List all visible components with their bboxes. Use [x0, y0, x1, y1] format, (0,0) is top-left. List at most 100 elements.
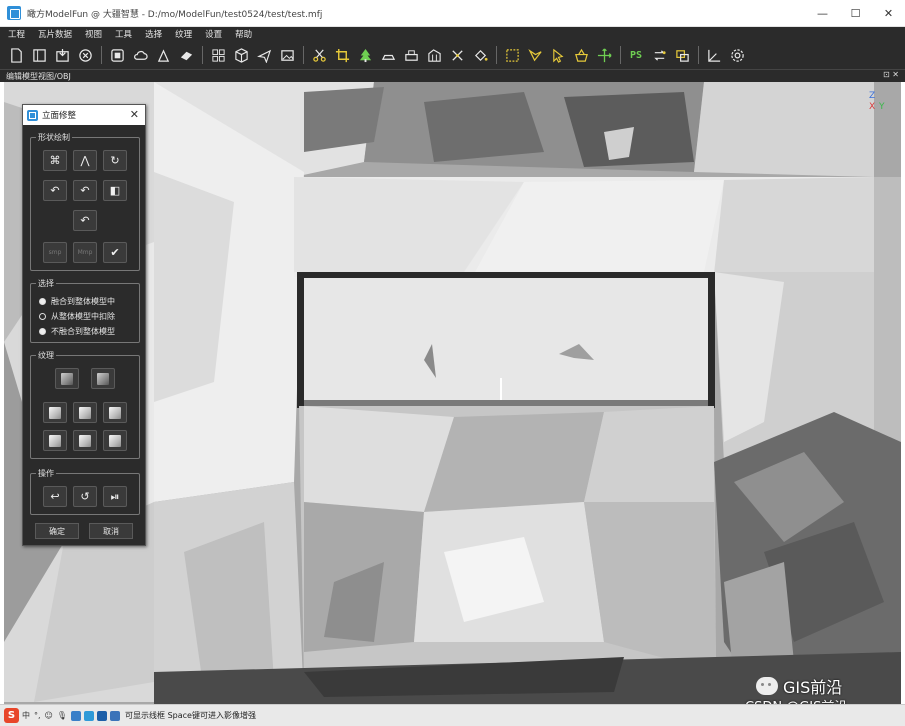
cube-icon[interactable] — [231, 45, 251, 65]
flatten-icon[interactable] — [378, 45, 398, 65]
ime-logo-icon[interactable]: S — [4, 708, 19, 723]
cancel-button[interactable]: 取消 — [89, 523, 133, 539]
multi-mode-button[interactable]: Mmp — [73, 242, 97, 263]
draw-curve-button[interactable]: ↶ — [43, 180, 67, 201]
undo-button[interactable]: ↩ — [43, 486, 67, 507]
app-logo-icon — [7, 6, 21, 20]
menu-settings[interactable]: 设置 — [205, 28, 222, 40]
angle-icon[interactable] — [704, 45, 724, 65]
menu-tile-data[interactable]: 瓦片数据 — [38, 28, 72, 40]
status-message: 可显示线框 Space键可进入影像增强 — [125, 711, 256, 720]
status-bar: S 中 °, ☺ 🎙 可显示线框 Space键可进入影像增强 — [0, 704, 905, 726]
building-icon[interactable] — [424, 45, 444, 65]
radio-merge[interactable] — [39, 298, 46, 305]
draw-freeform-button[interactable]: ↶ — [73, 210, 97, 231]
radio-no-merge[interactable] — [39, 328, 46, 335]
crop-icon[interactable] — [332, 45, 352, 65]
toolbar-separator — [698, 46, 699, 64]
cube-icon — [109, 406, 121, 419]
main-toolbar: PS — [0, 41, 905, 69]
texture-front-button[interactable] — [43, 402, 67, 423]
grid-icon[interactable] — [110, 710, 121, 721]
option-merge[interactable]: 融合到整体模型中 — [39, 296, 115, 307]
ime-voice-icon[interactable]: 🎙 — [57, 711, 67, 720]
select-rect-icon[interactable] — [502, 45, 522, 65]
ime-mode[interactable]: 中 — [22, 710, 30, 721]
facade-edit-dialog: 立面修整 ✕ 形状绘制 ⌘ ⋀ ↻ ↶ ↶ ◧ ↶ smp Mmp ✔ 选择 融… — [22, 104, 146, 546]
stop-icon[interactable] — [107, 45, 127, 65]
select-poly-icon[interactable] — [525, 45, 545, 65]
option-no-merge[interactable]: 不融合到整体模型 — [39, 326, 115, 337]
radio-subtract[interactable] — [39, 313, 46, 320]
draw-curve-alt-button[interactable]: ↶ — [73, 180, 97, 201]
import-icon[interactable] — [153, 45, 173, 65]
texture-top-button[interactable] — [43, 430, 67, 451]
view-header: 编辑模型视图/OBJ ⊡ ✕ — [0, 69, 905, 82]
menu-help[interactable]: 帮助 — [235, 28, 252, 40]
title-bar: 瞰方ModelFun @ 大疆智慧 - D:/mo/ModelFun/test0… — [0, 0, 905, 27]
pointer-icon[interactable] — [548, 45, 568, 65]
save-file-icon[interactable] — [52, 45, 72, 65]
new-file-icon[interactable] — [6, 45, 26, 65]
image-icon[interactable] — [277, 45, 297, 65]
toolbar-separator — [496, 46, 497, 64]
simple-mode-button[interactable]: smp — [43, 242, 67, 263]
menu-tools[interactable]: 工具 — [115, 28, 132, 40]
menu-project[interactable]: 工程 — [8, 28, 25, 40]
photoshop-icon[interactable]: PS — [626, 45, 646, 65]
user-icon[interactable] — [84, 710, 95, 721]
operations-group: 操作 ↩ ↺ ⏯ — [30, 468, 140, 515]
edit-off-icon[interactable] — [447, 45, 467, 65]
texture-back-button[interactable] — [103, 430, 127, 451]
print-icon[interactable] — [401, 45, 421, 65]
open-file-icon[interactable] — [29, 45, 49, 65]
sync-icon[interactable] — [649, 45, 669, 65]
step-button[interactable]: ⏯ — [103, 486, 127, 507]
shirt-icon[interactable] — [97, 710, 108, 721]
confirm-shape-button[interactable]: ✔ — [103, 242, 127, 263]
minimize-button[interactable]: — — [806, 0, 839, 27]
export-icon[interactable] — [176, 45, 196, 65]
ime-punct[interactable]: °, — [34, 711, 41, 720]
view-title: 编辑模型视图/OBJ — [6, 71, 71, 81]
texture-flat-button[interactable] — [55, 368, 79, 389]
draw-arc-button[interactable]: ⋀ — [73, 150, 97, 171]
dialog-app-icon — [27, 109, 38, 121]
option-subtract[interactable]: 从整体模型中扣除 — [39, 311, 115, 322]
texture-bottom-button[interactable] — [73, 430, 97, 451]
ok-button[interactable]: 确定 — [35, 523, 79, 539]
menu-view[interactable]: 视图 — [85, 28, 102, 40]
close-button[interactable]: ✕ — [872, 0, 905, 27]
wechat-icon — [756, 677, 778, 695]
grid-icon[interactable] — [208, 45, 228, 65]
basket-icon[interactable] — [571, 45, 591, 65]
dialog-close-button[interactable]: ✕ — [130, 108, 139, 121]
reset-button[interactable]: ↺ — [73, 486, 97, 507]
settings-icon[interactable] — [727, 45, 747, 65]
texture-left-button[interactable] — [73, 402, 97, 423]
axis-y-label: Y — [878, 102, 885, 112]
keyboard-icon[interactable] — [71, 710, 82, 721]
link-icon[interactable] — [672, 45, 692, 65]
view-window-controls[interactable]: ⊡ ✕ — [883, 70, 899, 79]
cube-icon — [109, 434, 121, 447]
texture-right-button[interactable] — [103, 402, 127, 423]
draw-circle-button[interactable]: ↻ — [103, 150, 127, 171]
move-icon[interactable] — [594, 45, 614, 65]
plane-icon[interactable] — [254, 45, 274, 65]
menu-texture[interactable]: 纹理 — [175, 28, 192, 40]
cloud-icon[interactable] — [130, 45, 150, 65]
menu-select[interactable]: 选择 — [145, 28, 162, 40]
ime-emoji-icon[interactable]: ☺ — [45, 711, 53, 720]
paint-bucket-icon[interactable] — [470, 45, 490, 65]
toolbar-separator — [303, 46, 304, 64]
maximize-button[interactable]: ☐ — [839, 0, 872, 27]
close-file-icon[interactable] — [75, 45, 95, 65]
draw-rect-button[interactable]: ◧ — [103, 180, 127, 201]
draw-polygon-button[interactable]: ⌘ — [43, 150, 67, 171]
option-no-merge-label: 不融合到整体模型 — [51, 327, 115, 336]
texture-group: 纹理 — [30, 350, 140, 459]
tree-icon[interactable] — [355, 45, 375, 65]
texture-shaded-button[interactable] — [91, 368, 115, 389]
scissors-icon[interactable] — [309, 45, 329, 65]
